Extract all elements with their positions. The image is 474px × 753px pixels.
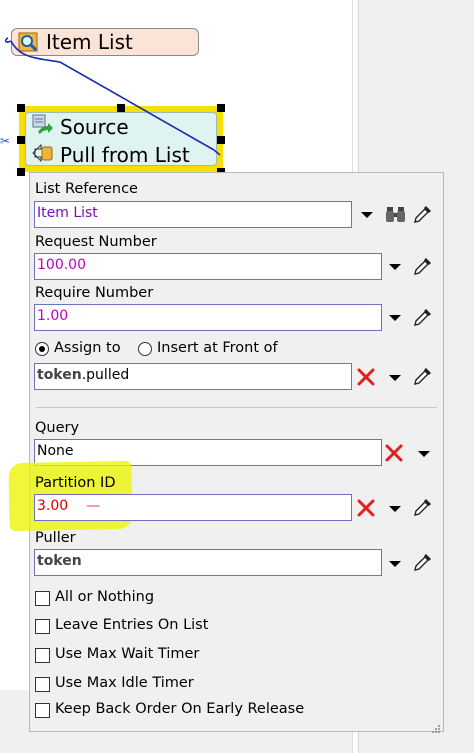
- pull-from-list-icon: [32, 142, 54, 168]
- eyedropper-icon[interactable]: [412, 551, 434, 573]
- resize-handle-ml[interactable]: [17, 136, 25, 144]
- resize-handle-tl[interactable]: [17, 104, 25, 112]
- eyedropper-icon[interactable]: [412, 203, 434, 225]
- resize-handle-tr[interactable]: [217, 104, 225, 112]
- query-dropdown-icon[interactable]: [417, 449, 431, 459]
- keep-back-order-label: Keep Back Order On Early Release: [55, 701, 305, 717]
- pull-from-list-label: Pull from List: [60, 143, 190, 167]
- resize-handle-mr[interactable]: [217, 136, 225, 144]
- require-number-dropdown-icon[interactable]: [388, 313, 402, 323]
- item-list-label: Item List: [46, 30, 133, 54]
- assign-to-radio[interactable]: [35, 342, 49, 356]
- partition-id-field[interactable]: 3.00 —: [34, 494, 352, 521]
- partition-id-label: Partition ID: [35, 475, 116, 491]
- max-wait-timer-label: Use Max Wait Timer: [55, 646, 200, 662]
- list-reference-field[interactable]: Item List: [34, 201, 352, 228]
- insert-at-front-label: Insert at Front of: [157, 340, 278, 356]
- partition-id-trailing: —: [86, 498, 101, 514]
- resize-grip-icon[interactable]: [431, 719, 441, 733]
- clear-x-icon[interactable]: [384, 443, 404, 463]
- clear-x-icon[interactable]: [356, 498, 376, 518]
- all-or-nothing-checkbox[interactable]: [35, 591, 50, 606]
- request-number-dropdown-icon[interactable]: [388, 262, 402, 272]
- resize-handle-tm[interactable]: [117, 104, 125, 112]
- request-number-label: Request Number: [35, 234, 157, 250]
- assign-target-suffix: .pulled: [81, 367, 130, 383]
- pull-from-list-properties-panel: List Reference Item List Request Number …: [29, 172, 444, 733]
- list-reference-label: List Reference: [35, 181, 138, 197]
- item-list-node[interactable]: Item List: [11, 28, 199, 56]
- max-wait-timer-checkbox[interactable]: [35, 648, 50, 663]
- require-number-field[interactable]: 1.00: [34, 304, 382, 331]
- section-separator: [36, 407, 437, 408]
- all-or-nothing-label: All or Nothing: [55, 589, 155, 605]
- puller-value: token: [37, 553, 82, 569]
- query-label: Query: [35, 420, 80, 436]
- assign-target-dropdown-icon[interactable]: [388, 373, 402, 383]
- eyedropper-icon[interactable]: [412, 255, 434, 277]
- puller-field[interactable]: token: [34, 549, 382, 576]
- activity-row-pull-from-list[interactable]: Pull from List: [32, 142, 190, 168]
- insert-at-front-radio[interactable]: [138, 342, 152, 356]
- eyedropper-icon[interactable]: [412, 306, 434, 328]
- max-idle-timer-label: Use Max Idle Timer: [55, 675, 194, 691]
- leave-entries-label: Leave Entries On List: [55, 617, 209, 633]
- max-idle-timer-checkbox[interactable]: [35, 677, 50, 692]
- eyedropper-icon[interactable]: [412, 365, 434, 387]
- keep-back-order-checkbox[interactable]: [35, 703, 50, 718]
- assign-to-label: Assign to: [54, 340, 121, 356]
- resize-handle-bl[interactable]: [17, 168, 25, 176]
- eyedropper-icon[interactable]: [412, 496, 434, 518]
- require-number-label: Require Number: [35, 285, 154, 301]
- list-magnify-icon: [18, 31, 40, 53]
- list-reference-dropdown-icon[interactable]: [360, 210, 374, 220]
- binoculars-icon[interactable]: [385, 203, 407, 225]
- source-label: Source: [60, 115, 129, 139]
- puller-dropdown-icon[interactable]: [388, 559, 402, 569]
- activity-row-source[interactable]: Source: [32, 114, 129, 140]
- partition-id-dropdown-icon[interactable]: [388, 504, 402, 514]
- leave-entries-checkbox[interactable]: [35, 619, 50, 634]
- request-number-field[interactable]: 100.00: [34, 253, 382, 280]
- scissors-icon: ✂: [0, 134, 11, 148]
- puller-label: Puller: [35, 530, 76, 546]
- assign-target-field[interactable]: token.pulled: [34, 363, 352, 390]
- token-keyword: token: [37, 367, 82, 383]
- source-icon: [32, 114, 54, 140]
- clear-x-icon[interactable]: [356, 367, 376, 387]
- partition-id-value: 3.00: [37, 498, 69, 514]
